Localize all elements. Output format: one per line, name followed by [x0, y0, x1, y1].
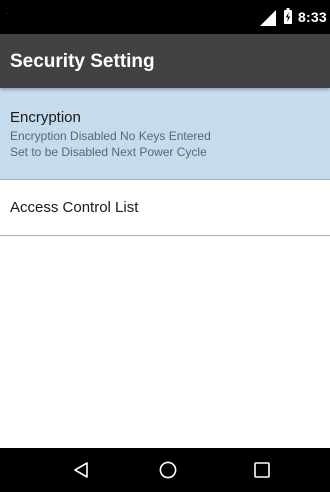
- recents-button[interactable]: [232, 448, 292, 492]
- home-icon: [159, 461, 177, 479]
- recents-icon: [254, 462, 270, 478]
- screen: · 8:33 Security Setting Encryption Encry…: [0, 0, 330, 492]
- list-item-summary-line-1: Encryption Disabled No Keys Entered: [10, 129, 211, 143]
- list-item-summary-line-2: Set to be Disabled Next Power Cycle: [10, 145, 207, 159]
- list-item-access-control-list[interactable]: Access Control List: [0, 180, 330, 236]
- page-title: Security Setting: [10, 51, 155, 72]
- navigation-bar: [0, 448, 330, 492]
- status-notification-dot-icon: ·: [6, 8, 9, 18]
- app-bar: Security Setting: [0, 34, 330, 88]
- back-icon: [74, 462, 88, 478]
- list-item-title: Encryption: [10, 109, 81, 126]
- status-time: 8:33: [298, 9, 327, 25]
- list-item-encryption[interactable]: Encryption Encryption Disabled No Keys E…: [0, 88, 330, 180]
- home-button[interactable]: [138, 448, 198, 492]
- back-button[interactable]: [51, 448, 111, 492]
- status-bar: · 8:33: [0, 0, 330, 34]
- list-item-title: Access Control List: [10, 199, 139, 216]
- signal-icon: [260, 10, 276, 26]
- battery-charging-icon: [284, 8, 292, 24]
